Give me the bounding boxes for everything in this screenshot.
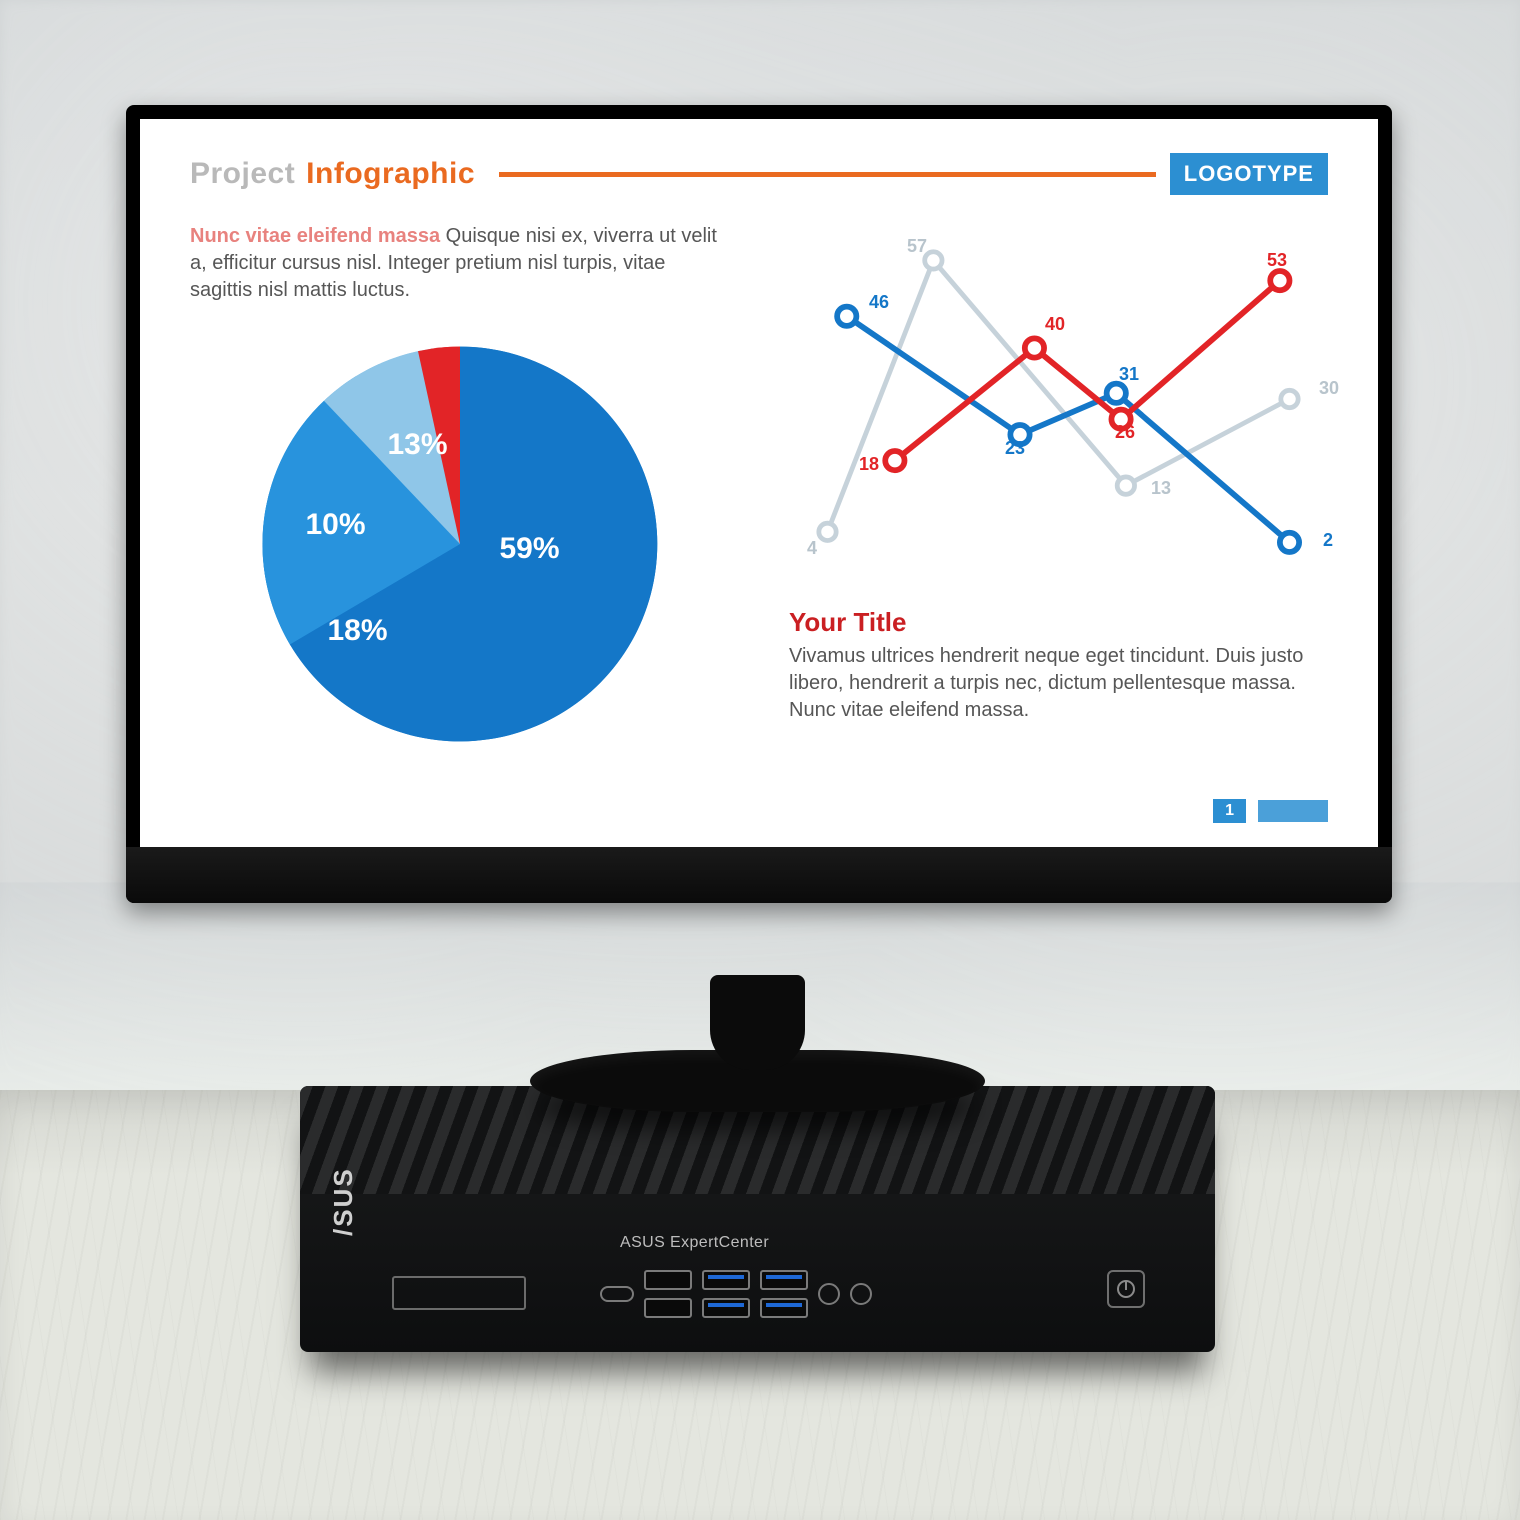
usb3-port-icon	[702, 1298, 750, 1318]
page-bar	[1258, 800, 1328, 822]
power-button-icon	[1107, 1270, 1145, 1308]
pt-grey-30: 30	[1319, 379, 1339, 397]
monitor-brand-logo: /SUS	[126, 863, 1392, 893]
usb3-port-icon	[760, 1298, 808, 1318]
lead-paragraph: Nunc vitae eleifend massa Quisque nisi e…	[190, 223, 729, 304]
right-column: 46 23 31 2 18 40 26 53 4 57 13 30	[789, 223, 1328, 754]
pc-brand-logo: /SUS	[330, 1167, 356, 1236]
screen: Project Infographic LOGOTYPE Nunc vitae …	[140, 119, 1378, 847]
pt-grey-57: 57	[907, 237, 927, 255]
audio-jack-icon	[818, 1283, 840, 1305]
infographic-slide: Project Infographic LOGOTYPE Nunc vitae …	[140, 119, 1378, 847]
pt-blue-2: 2	[1323, 531, 1333, 549]
pie-label-18: 18%	[328, 616, 388, 646]
pt-red-18: 18	[859, 455, 879, 473]
pt-blue-46: 46	[869, 293, 889, 311]
desktop-pc: /SUS ASUS ExpertCenter	[300, 1086, 1215, 1352]
pt-red-26: 26	[1115, 423, 1135, 441]
audio-jack-icon	[850, 1283, 872, 1305]
pc-model-label: ASUS ExpertCenter	[620, 1234, 769, 1252]
usb-a-port-icon	[644, 1298, 692, 1318]
pie-chart: 59% 18% 10% 13%	[250, 334, 670, 754]
title-word-2: Infographic	[306, 157, 475, 190]
product-scene: /SUS ASUS ExpertCenter /SUS	[0, 0, 1520, 1520]
title-word-1: Project	[190, 157, 295, 190]
pager: 1	[1213, 799, 1328, 823]
pie-label-59: 59%	[500, 534, 560, 564]
logo-badge: LOGOTYPE	[1170, 153, 1328, 195]
pie-svg	[250, 334, 670, 754]
sub-text: Vivamus ultrices hendrerit neque eget ti…	[789, 643, 1328, 724]
monitor-stand-neck	[710, 975, 805, 1070]
pt-grey-4: 4	[807, 539, 817, 557]
pt-blue-23: 23	[1005, 439, 1025, 457]
usb3-port-icon	[702, 1270, 750, 1290]
line-svg	[789, 219, 1328, 579]
usb-c-port-icon	[600, 1286, 634, 1302]
card-reader-slot	[392, 1276, 526, 1310]
subtitle: Your Title	[789, 609, 1328, 635]
pie-label-10: 10%	[306, 510, 366, 540]
pt-red-40: 40	[1045, 315, 1065, 333]
lead-highlight: Nunc vitae eleifend massa	[190, 225, 440, 247]
pie-label-13: 13%	[388, 430, 448, 460]
pt-red-53: 53	[1267, 251, 1287, 269]
pt-blue-31: 31	[1119, 365, 1139, 383]
pt-grey-13: 13	[1151, 479, 1171, 497]
left-column: Nunc vitae eleifend massa Quisque nisi e…	[190, 223, 729, 754]
line-chart: 46 23 31 2 18 40 26 53 4 57 13 30	[789, 219, 1328, 579]
front-io-panel	[600, 1270, 872, 1318]
usb-a-port-icon	[644, 1270, 692, 1290]
page-number: 1	[1213, 799, 1246, 823]
usb3-port-icon	[760, 1270, 808, 1290]
title-underline	[499, 172, 1156, 177]
title-row: Project Infographic LOGOTYPE	[190, 153, 1328, 195]
monitor: /SUS Project Infographic LOGOTYPE Nunc v…	[126, 105, 1392, 903]
slide-title: Project Infographic	[190, 157, 475, 191]
